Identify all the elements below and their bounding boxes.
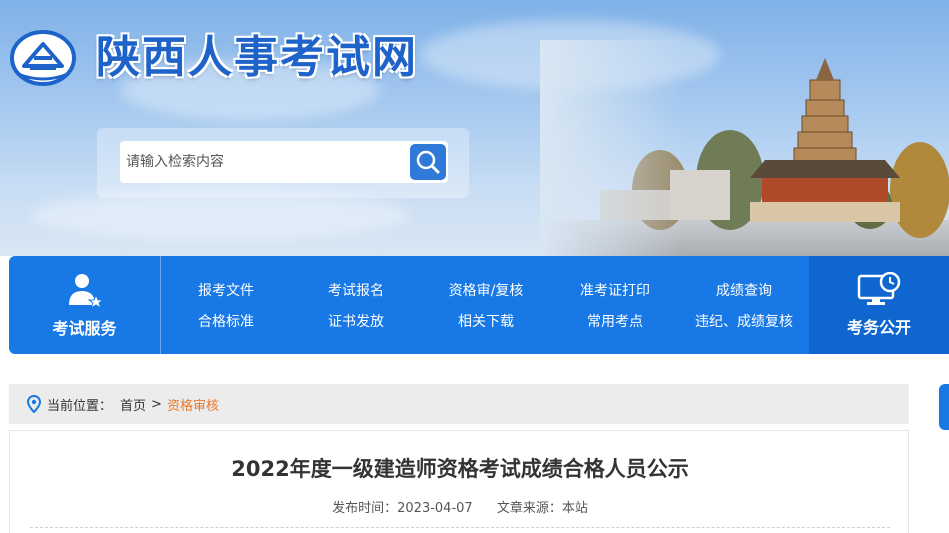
monitor-clock-icon [857,272,901,305]
search-icon [416,150,440,174]
breadcrumb-home-link[interactable]: 首页 [120,395,146,414]
nav-exam-public[interactable]: 考务公开 [809,256,949,354]
source-label: 文章来源： [496,501,562,516]
publish-date: 2023-04-07 [397,501,473,516]
breadcrumb: 当前位置： 首页 > 资格审核 [9,384,909,424]
user-service-icon [68,274,104,310]
site-title[interactable]: 陕西人事考试网 [96,28,418,88]
pagoda-scenery [540,40,949,256]
article-panel: 2022年度一级建造师资格考试成绩合格人员公示 发布时间：2023-04-07 … [9,430,909,533]
nav-public-label: 考务公开 [846,318,911,337]
source-value: 本站 [561,501,588,516]
nav-link-registration[interactable]: 考试报名 [291,280,421,300]
nav-link-exam-docs[interactable]: 报考文件 [161,280,291,300]
nav-link-violation-review[interactable]: 违纪、成绩复核 [679,311,809,331]
nav-link-downloads[interactable]: 相关下载 [421,311,551,331]
search-button[interactable] [410,144,446,180]
side-float-tab[interactable] [939,384,949,430]
source-info: 文章来源：本站 [497,501,588,516]
breadcrumb-prefix: 当前位置： [47,398,113,414]
header-banner: 陕西人事考试网 [0,0,949,256]
breadcrumb-current[interactable]: 资格审核 [167,395,219,414]
article-title: 2022年度一级建造师资格考试成绩合格人员公示 [231,457,689,481]
main-nav: 考试服务 报考文件 考试报名 资格审/复核 准考证打印 成绩查询 合格标准 证书… [9,256,949,354]
publish-label: 发布时间： [332,501,398,516]
search-box [97,128,469,198]
nav-service-label: 考试服务 [52,319,117,338]
nav-link-pass-standard[interactable]: 合格标准 [161,311,291,331]
nav-link-admission-print[interactable]: 准考证打印 [550,280,680,300]
nav-link-qualification[interactable]: 资格审/复核 [421,280,551,300]
nav-link-score-query[interactable]: 成绩查询 [679,280,809,300]
nav-link-certificate[interactable]: 证书发放 [291,311,421,331]
nav-exam-service[interactable]: 考试服务 [9,256,161,354]
publish-info: 发布时间：2023-04-07 [332,501,473,516]
article-meta: 发布时间：2023-04-07 文章来源：本站 [10,497,910,516]
location-pin-icon [27,395,41,413]
logo-icon[interactable] [10,30,76,86]
nav-link-exam-sites[interactable]: 常用考点 [550,311,680,331]
breadcrumb-separator: > [151,396,162,412]
article-divider [30,527,890,528]
nav-links: 报考文件 考试报名 资格审/复核 准考证打印 成绩查询 合格标准 证书发放 相关… [161,256,809,354]
search-input[interactable] [120,141,448,183]
